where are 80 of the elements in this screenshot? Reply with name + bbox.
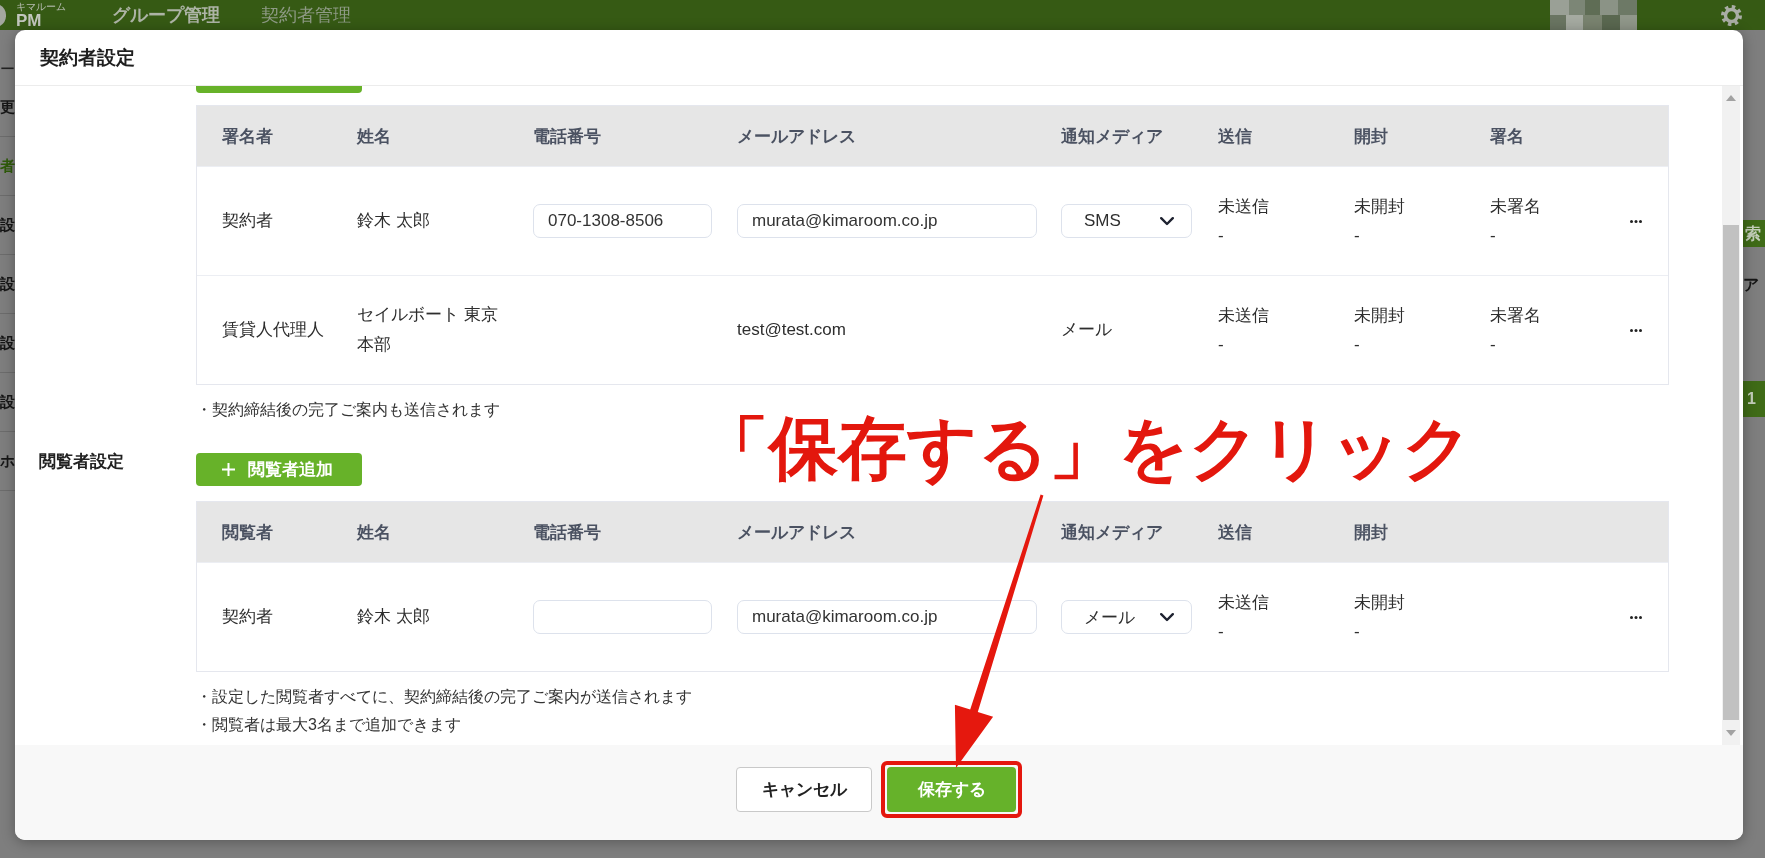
media-select[interactable]: SMS	[1061, 204, 1192, 238]
column-header: 署名	[1490, 126, 1524, 146]
nav-link[interactable]: 契約者管理	[261, 3, 351, 27]
column-header: 電話番号	[533, 126, 601, 146]
status-detail: -	[1354, 225, 1360, 247]
note-text: ・閲覧者は最大3名まで追加できます	[196, 716, 461, 733]
name-text: 鈴木 太郎	[357, 210, 430, 232]
scrollbar[interactable]	[1722, 86, 1740, 745]
nav-link[interactable]: グループ管理	[112, 3, 220, 27]
status-detail: -	[1354, 334, 1360, 356]
status-detail: -	[1218, 334, 1224, 356]
sidebar-item[interactable]: 設	[0, 393, 15, 411]
status-text: 未開封	[1354, 196, 1405, 218]
modal-title: 契約者設定	[40, 45, 135, 70]
column-header: 開封	[1354, 126, 1388, 146]
status-text: 未送信	[1218, 305, 1269, 327]
column-header: 姓名	[357, 522, 391, 542]
note-text: ・契約締結後の完了ご案内も送信されます	[196, 401, 500, 418]
scroll-down-icon[interactable]	[1726, 730, 1736, 736]
sidebar-item[interactable]: 設	[0, 275, 15, 293]
status-detail: -	[1218, 225, 1224, 247]
role-text: 契約者	[222, 607, 273, 626]
cancel-button[interactable]: キャンセル	[736, 767, 872, 812]
name-text: 鈴木 太郎	[357, 606, 430, 628]
phone-field[interactable]: 070-1308-8506	[533, 204, 712, 238]
logo-icon	[0, 4, 6, 26]
media-text: メール	[1061, 320, 1112, 339]
settings-icon[interactable]	[1721, 4, 1742, 26]
column-header: 署名者	[222, 126, 273, 146]
column-header: 電話番号	[533, 522, 601, 542]
brand-caption: キマルーム	[16, 1, 66, 12]
chevron-down-icon	[1160, 216, 1174, 226]
media-select[interactable]: メール	[1061, 600, 1192, 634]
status-detail: -	[1218, 621, 1224, 643]
column-header: 送信	[1218, 522, 1252, 542]
column-header: メールアドレス	[737, 522, 856, 542]
brand-name: PM	[16, 12, 43, 29]
status-detail: -	[1354, 621, 1360, 643]
sidebar-item[interactable]: ホ	[0, 452, 15, 470]
scrollbar-thumb[interactable]	[1723, 225, 1739, 720]
more-icon[interactable]	[1630, 219, 1642, 223]
status-text: 未署名	[1490, 196, 1541, 218]
sidebar-item[interactable]: 更	[0, 98, 15, 116]
column-header: 通知メディア	[1061, 522, 1163, 542]
add-viewer-button[interactable]: 閲覧者追加	[196, 453, 362, 486]
email-field[interactable]: murata@kimaroom.co.jp	[737, 600, 1037, 634]
chevron-down-icon	[1160, 612, 1174, 622]
email-text: test@test.com	[737, 320, 846, 339]
column-header: 開封	[1354, 522, 1388, 542]
email-field[interactable]: murata@kimaroom.co.jp	[737, 204, 1037, 238]
note-text: ・設定した閲覧者すべてに、契約締結後の完了ご案内が送信されます	[196, 688, 692, 705]
status-text: 未開封	[1354, 592, 1405, 614]
column-header: 通知メディア	[1061, 126, 1163, 146]
phone-field[interactable]	[533, 600, 712, 634]
partial-page-button[interactable]: 1	[1743, 381, 1765, 417]
save-button[interactable]: 保存する	[887, 767, 1016, 812]
column-header: 姓名	[357, 126, 391, 146]
status-text: 未開封	[1354, 305, 1405, 327]
status-text: 未送信	[1218, 592, 1269, 614]
breadcrumb-fragment: ー	[0, 60, 15, 78]
scroll-up-icon[interactable]	[1726, 95, 1736, 101]
column-header: メールアドレス	[737, 126, 856, 146]
plus-icon	[222, 463, 235, 476]
sidebar-item[interactable]: 設	[0, 334, 15, 352]
role-text: 賃貸人代理人	[222, 320, 324, 339]
column-header: 送信	[1218, 126, 1252, 146]
name-text: セイルボート 東京本部	[357, 304, 499, 356]
sidebar-item[interactable]: 設	[0, 216, 15, 234]
more-icon[interactable]	[1630, 328, 1642, 332]
status-text: 未送信	[1218, 196, 1269, 218]
role-text: 契約者	[222, 211, 273, 230]
partial-label: ア	[1743, 275, 1759, 295]
column-header: 閲覧者	[222, 522, 273, 542]
more-icon[interactable]	[1630, 615, 1642, 619]
section-label: 閲覧者設定	[39, 452, 124, 471]
partial-button[interactable]: 索	[1743, 220, 1765, 247]
status-detail: -	[1490, 334, 1496, 356]
status-text: 未署名	[1490, 305, 1541, 327]
status-detail: -	[1490, 225, 1496, 247]
annotation-text: 「保存する」をクリック	[700, 413, 1473, 485]
